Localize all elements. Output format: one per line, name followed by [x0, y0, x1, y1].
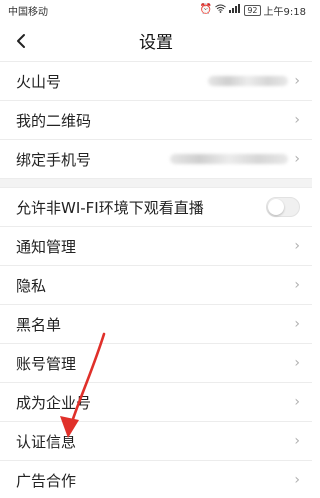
chevron-right-icon: › [294, 316, 300, 332]
chevron-right-icon: › [294, 394, 300, 410]
row-label: 账号管理 [16, 354, 77, 373]
non-wifi-live-toggle[interactable] [266, 197, 300, 217]
wifi-icon [215, 4, 227, 16]
chevron-right-icon: › [294, 355, 300, 371]
status-bar: 中国移动 ⏰ 92 上午9:18 [0, 0, 312, 20]
settings-row-ad-partnership[interactable]: 广告合作 › [0, 461, 312, 498]
settings-group-account: 火山号 › 我的二维码 › 绑定手机号 › [0, 62, 312, 179]
chevron-right-icon: › [294, 238, 300, 254]
chevron-right-icon: › [294, 433, 300, 449]
settings-group-general: 允许非WI-FI环境下观看直播 通知管理 › 隐私 › 黑名单 › 账号管理 ›… [0, 188, 312, 498]
settings-row-blacklist[interactable]: 黑名单 › [0, 305, 312, 344]
row-label: 我的二维码 [16, 111, 92, 130]
row-label: 火山号 [16, 72, 62, 91]
battery-icon: 92 [244, 4, 261, 16]
signal-icon [229, 4, 241, 16]
status-right: ⏰ 92 上午9:18 [200, 3, 306, 18]
chevron-left-icon [17, 34, 25, 48]
toggle-knob [268, 199, 284, 215]
redacted-value [208, 76, 289, 86]
carrier-label: 中国移动 [8, 6, 48, 18]
blurred-value: › [208, 73, 300, 89]
section-divider [0, 179, 312, 188]
row-label: 隐私 [16, 276, 47, 295]
row-label: 广告合作 [16, 471, 77, 490]
row-label: 成为企业号 [16, 393, 92, 412]
chevron-right-icon: › [294, 112, 300, 128]
settings-row-verification[interactable]: 认证信息 › [0, 422, 312, 461]
settings-row-bind-phone[interactable]: 绑定手机号 › [0, 140, 312, 179]
row-label: 黑名单 [16, 315, 62, 334]
page-title: 设置 [139, 33, 173, 53]
settings-row-account-management[interactable]: 账号管理 › [0, 344, 312, 383]
alarm-icon: ⏰ [199, 4, 213, 15]
blurred-value: › [170, 151, 300, 167]
settings-row-huoshan-id[interactable]: 火山号 › [0, 62, 312, 101]
settings-row-privacy[interactable]: 隐私 › [0, 266, 312, 305]
settings-row-qr-code[interactable]: 我的二维码 › [0, 101, 312, 140]
chevron-right-icon: › [294, 472, 300, 488]
chevron-right-icon: › [294, 73, 300, 89]
row-label: 认证信息 [16, 432, 77, 451]
settings-row-notifications[interactable]: 通知管理 › [0, 227, 312, 266]
row-label: 允许非WI-FI环境下观看直播 [16, 198, 204, 217]
row-label: 绑定手机号 [16, 150, 92, 169]
redacted-value [170, 154, 289, 164]
nav-bar: 设置 [0, 20, 312, 62]
settings-row-enterprise[interactable]: 成为企业号 › [0, 383, 312, 422]
row-label: 通知管理 [16, 237, 77, 256]
back-button[interactable] [6, 26, 36, 56]
settings-row-non-wifi-live: 允许非WI-FI环境下观看直播 [0, 188, 312, 227]
clock-time: 上午9:18 [263, 6, 306, 18]
chevron-right-icon: › [294, 277, 300, 293]
chevron-right-icon: › [294, 151, 300, 167]
